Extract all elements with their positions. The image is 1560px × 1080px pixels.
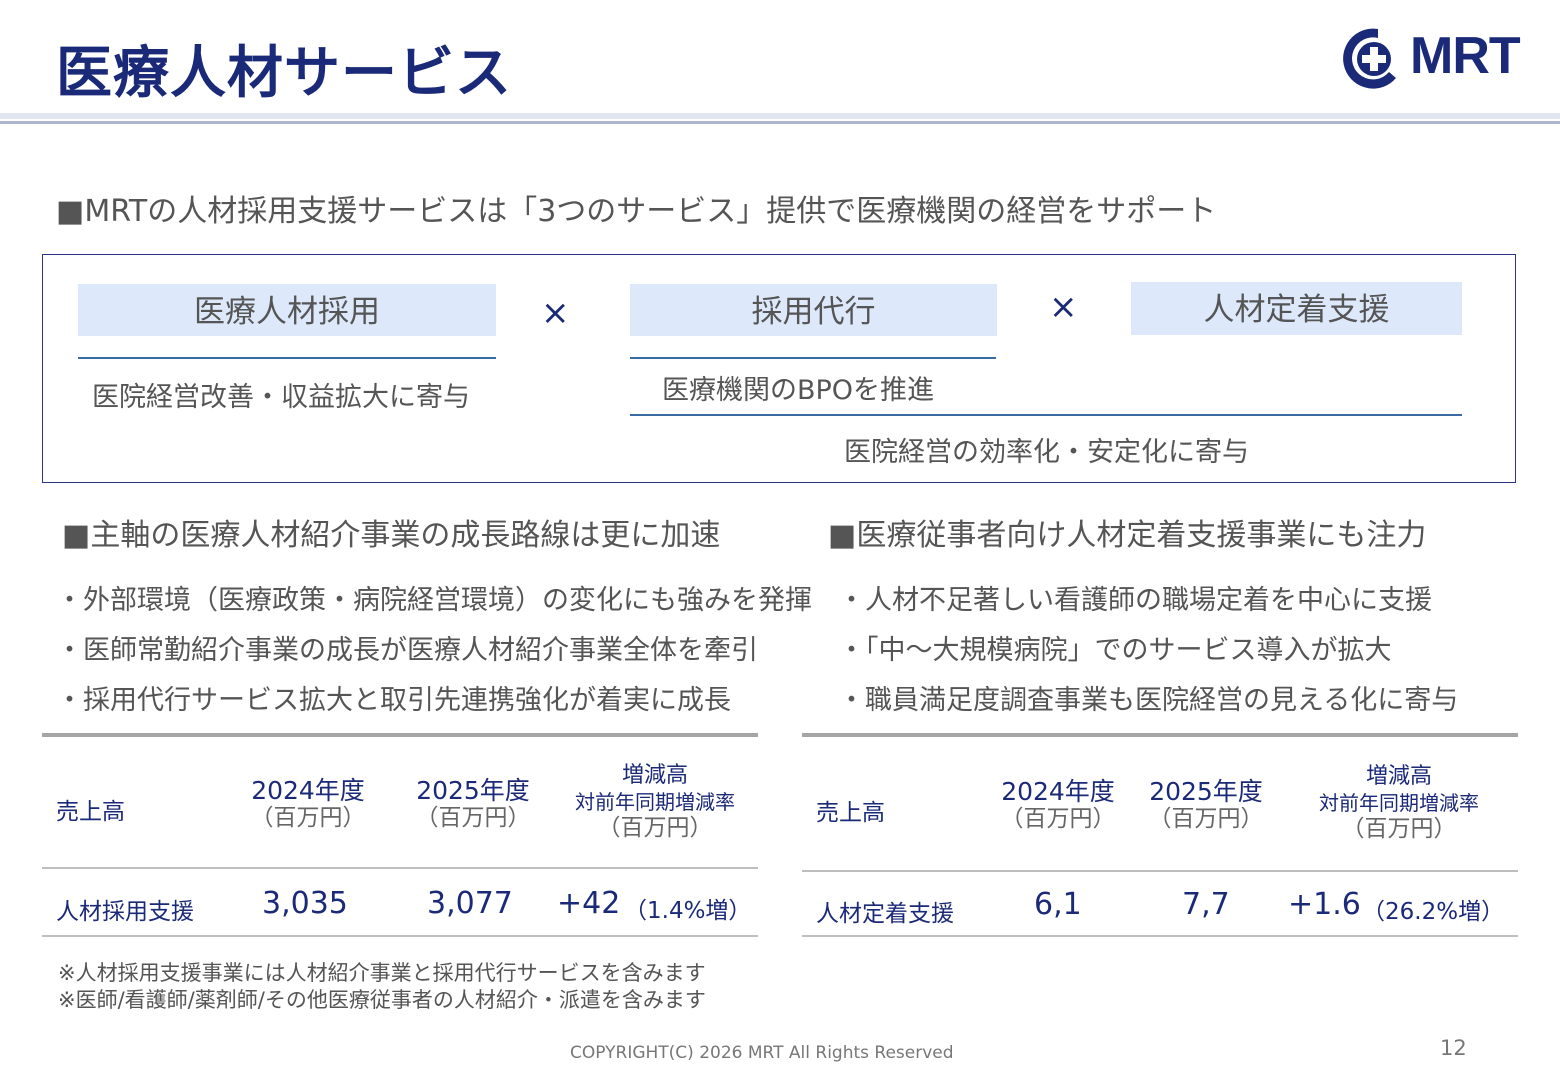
value-2024: 3,035 [262, 886, 348, 921]
header-divider-dark [0, 121, 1560, 124]
table-col-label: 売上高 [816, 800, 885, 826]
table-header-2025: 2025年度 （百万円） [403, 776, 543, 832]
table-header-change: 増減高 対前年同期増減率 （百万円） [1304, 764, 1494, 842]
footnote: ※人材採用支援事業には人材紹介事業と採用代行サービスを含みます [58, 961, 706, 985]
page-number: 12 [1440, 1036, 1467, 1060]
times-symbol: × [1049, 287, 1078, 327]
table-top-rule [802, 733, 1518, 737]
table-header-rule [802, 870, 1518, 872]
intro-heading: ■MRTの人材採用支援サービスは「3つのサービス」提供で医療機関の経営をサポート [56, 194, 1217, 229]
header-year: 2024年度 [251, 776, 365, 805]
left-bullet: ・外部環境（医療政策・病院経営環境）の変化にも強みを発揮 [56, 585, 812, 616]
header-year: 2024年度 [1001, 777, 1115, 806]
table-header-2024: 2024年度 （百万円） [238, 776, 378, 832]
left-bullet: ・採用代行サービス拡大と取引先連携強化が着実に成長 [56, 685, 731, 716]
value-change: +1.6 [1288, 887, 1361, 922]
table-row-label: 人材定着支援 [816, 901, 954, 927]
header-year: 2025年度 [416, 776, 530, 805]
service-desc-1: 医院経営改善・収益拡大に寄与 [92, 382, 470, 413]
table-bottom-rule [802, 935, 1518, 937]
header-change-rate: 対前年同期増減率 [575, 790, 735, 814]
service-label-rpo: 採用代行 [630, 284, 997, 336]
right-bullet: ・人材不足著しい看護師の職場定着を中心に支援 [838, 585, 1432, 616]
service-label-medical-recruit: 医療人材採用 [78, 284, 496, 336]
header-change: 増減高 [1365, 764, 1432, 789]
header-unit: （百万円） [597, 815, 713, 841]
value-2025: 7,7 [1182, 887, 1230, 922]
right-section-heading: ■医療従事者向け人材定着支援事業にも注力 [828, 518, 1427, 553]
table-col-label: 売上高 [56, 799, 125, 825]
table-header-2025: 2025年度 （百万円） [1136, 777, 1276, 833]
service-desc-3: 医院経営の効率化・安定化に寄与 [844, 437, 1249, 468]
service-underline [630, 357, 996, 359]
page-title: 医療人材サービス [56, 41, 512, 106]
service-desc-2: 医療機関のBPOを推進 [662, 375, 935, 406]
footnote: ※医師/看護師/薬剤師/その他医療従事者の人材紹介・派遣を含みます [58, 988, 706, 1012]
table-row-label: 人材採用支援 [56, 899, 194, 925]
table-header-rule [42, 867, 758, 869]
service-underline-wide [630, 414, 1462, 416]
company-logo: MRT [1338, 26, 1530, 92]
table-header-change: 増減高 対前年同期増減率 （百万円） [560, 763, 750, 841]
table-bottom-rule [42, 935, 758, 937]
left-section-heading: ■主軸の医療人材紹介事業の成長路線は更に加速 [62, 518, 721, 553]
medical-cross-icon [1343, 28, 1396, 89]
copyright: COPYRIGHT(C) 2026 MRT All Rights Reserve… [570, 1043, 954, 1063]
header-unit: （百万円） [1148, 806, 1264, 832]
header-unit: （百万円） [415, 805, 531, 831]
header-unit: （百万円） [250, 805, 366, 831]
header-change-rate: 対前年同期増減率 [1319, 791, 1479, 815]
value-2024: 6,1 [1034, 887, 1082, 922]
service-underline [78, 357, 496, 359]
service-label-retention: 人材定着支援 [1131, 282, 1462, 335]
header-year: 2025年度 [1149, 777, 1263, 806]
times-symbol: × [541, 293, 570, 333]
left-bullet: ・医師常勤紹介事業の成長が医療人材紹介事業全体を牽引 [56, 635, 758, 666]
header-unit: （百万円） [1000, 806, 1116, 832]
logo-text: MRT [1410, 27, 1521, 85]
value-change: +42 [557, 886, 621, 921]
value-2025: 3,077 [427, 886, 513, 921]
header-change: 増減高 [621, 763, 688, 788]
value-rate: （26.2%増） [1362, 899, 1505, 925]
header-divider [0, 113, 1560, 119]
table-top-rule [42, 733, 758, 737]
table-header-2024: 2024年度 （百万円） [988, 777, 1128, 833]
value-rate: （1.4%増） [624, 898, 752, 924]
right-bullet: ・「中～大規模病院」でのサービス導入が拡大 [838, 635, 1392, 666]
right-bullet: ・職員満足度調査事業も医院経営の見える化に寄与 [838, 685, 1459, 716]
header-unit: （百万円） [1341, 816, 1457, 842]
